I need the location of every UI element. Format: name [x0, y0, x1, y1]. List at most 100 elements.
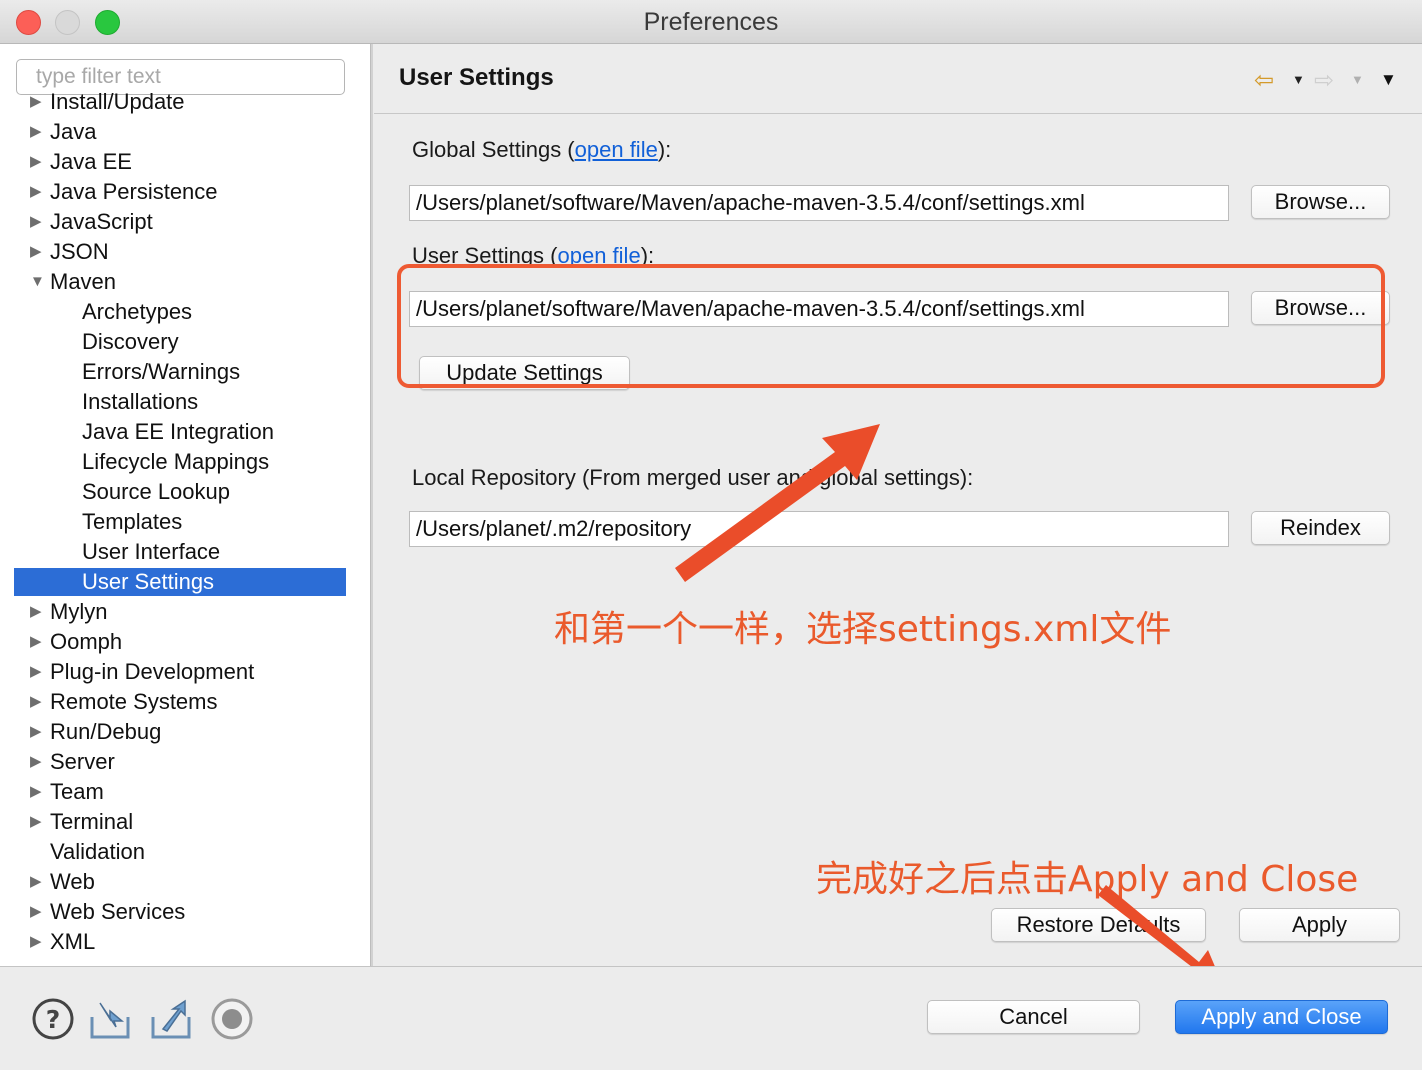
tree-item-label: JavaScript	[50, 209, 153, 234]
back-arrow-icon[interactable]: ⇦	[1254, 66, 1274, 95]
tree-item-label: Errors/Warnings	[82, 359, 241, 384]
global-browse-button[interactable]: Browse...	[1251, 185, 1390, 219]
help-icon[interactable]: ?	[31, 997, 75, 1041]
tree-item-label: Lifecycle Mappings	[82, 449, 270, 474]
tree-item-label: Java EE Integration	[82, 419, 275, 444]
global-settings-label: Global Settings (open file):	[412, 137, 672, 162]
collapsed-arrow-icon[interactable]: ▶	[30, 88, 46, 116]
user-settings-page: Global Settings (open file): /Users/plan…	[374, 115, 1422, 965]
tree-item-errors-warnings[interactable]: Errors/Warnings	[14, 358, 346, 386]
tree-item-server[interactable]: ▶ Server	[14, 748, 346, 776]
tree-item-javascript[interactable]: ▶ JavaScript	[14, 208, 346, 236]
tree-item-label: Java	[50, 119, 97, 144]
tree-item-label: Java Persistence	[50, 179, 218, 204]
apply-and-close-button[interactable]: Apply and Close	[1175, 1000, 1388, 1034]
restore-defaults-button[interactable]: Restore Defaults	[991, 908, 1206, 942]
tree-item-java[interactable]: ▶ Java	[14, 118, 346, 146]
tree-item-label: Source Lookup	[82, 479, 230, 504]
back-history-chevron-icon[interactable]: ▼	[1292, 72, 1305, 87]
tree-item-label: User Interface	[82, 539, 221, 564]
tree-item-validation[interactable]: Validation	[14, 838, 346, 866]
tree-item-templates[interactable]: Templates	[14, 508, 346, 536]
tree-item-label: Oomph	[50, 629, 123, 654]
collapsed-arrow-icon[interactable]: ▶	[30, 598, 46, 626]
record-icon[interactable]	[210, 997, 254, 1041]
tree-item-discovery[interactable]: Discovery	[14, 328, 346, 356]
collapsed-arrow-icon[interactable]: ▶	[30, 718, 46, 746]
tree-item-label: XML	[50, 929, 96, 954]
collapsed-arrow-icon[interactable]: ▶	[30, 238, 46, 266]
tree-item-java-ee-integration[interactable]: Java EE Integration	[14, 418, 346, 446]
tree-item-remote-systems[interactable]: ▶ Remote Systems	[14, 688, 346, 716]
tree-item-label: Team	[50, 779, 104, 804]
collapsed-arrow-icon[interactable]: ▶	[30, 808, 46, 836]
tree-item-run-debug[interactable]: ▶ Run/Debug	[14, 718, 346, 746]
tree-item-install-update[interactable]: ▶ Install/Update	[14, 88, 346, 116]
tree-item-oomph[interactable]: ▶ Oomph	[14, 628, 346, 656]
forward-arrow-icon[interactable]: ⇨	[1314, 66, 1334, 95]
global-open-file-link[interactable]: open file	[575, 137, 658, 162]
tree-item-plug-in-development[interactable]: ▶ Plug-in Development	[14, 658, 346, 686]
tree-item-label: Install/Update	[50, 89, 185, 114]
local-repository-label: Local Repository (From merged user and g…	[412, 465, 974, 490]
tree-item-label: Archetypes	[82, 299, 193, 324]
global-settings-field[interactable]: /Users/planet/software/Maven/apache-mave…	[409, 185, 1229, 221]
tree-item-xml[interactable]: ▶ XML	[14, 928, 346, 956]
collapsed-arrow-icon[interactable]: ▶	[30, 628, 46, 656]
tree-item-user-settings[interactable]: User Settings	[14, 568, 346, 596]
collapsed-arrow-icon[interactable]: ▶	[30, 658, 46, 686]
forward-history-chevron-icon[interactable]: ▼	[1351, 72, 1364, 87]
collapsed-arrow-icon[interactable]: ▶	[30, 688, 46, 716]
collapsed-arrow-icon[interactable]: ▶	[30, 868, 46, 896]
pane-divider[interactable]	[370, 44, 373, 966]
collapsed-arrow-icon[interactable]: ▶	[30, 928, 46, 956]
collapsed-arrow-icon[interactable]: ▶	[30, 178, 46, 206]
tree-item-label: Validation	[50, 839, 145, 864]
tree-item-label: Mylyn	[50, 599, 108, 624]
page-header: User Settings ⇦ ▼ ⇨ ▼ ▼	[374, 44, 1422, 114]
apply-button[interactable]: Apply	[1239, 908, 1400, 942]
collapsed-arrow-icon[interactable]: ▶	[30, 748, 46, 776]
annotation-select-settings: 和第一个一样，选择settings.xml文件	[554, 609, 1172, 650]
collapsed-arrow-icon[interactable]: ▶	[30, 118, 46, 146]
tree-item-maven[interactable]: ▼ Maven	[14, 268, 346, 296]
tree-item-label: Templates	[82, 509, 183, 534]
reindex-button[interactable]: Reindex	[1251, 511, 1390, 545]
expanded-arrow-icon[interactable]: ▼	[30, 268, 46, 296]
tree-item-label: User Settings	[82, 569, 215, 594]
export-icon[interactable]	[149, 997, 193, 1041]
tree-item-terminal[interactable]: ▶ Terminal	[14, 808, 346, 836]
tree-item-label: JSON	[50, 239, 109, 264]
tree-item-mylyn[interactable]: ▶ Mylyn	[14, 598, 346, 626]
local-repository-field: /Users/planet/.m2/repository	[409, 511, 1229, 547]
tree-item-web[interactable]: ▶ Web	[14, 868, 346, 896]
page-title: User Settings	[399, 64, 554, 91]
collapsed-arrow-icon[interactable]: ▶	[30, 898, 46, 926]
tree-item-source-lookup[interactable]: Source Lookup	[14, 478, 346, 506]
import-icon[interactable]	[88, 997, 132, 1041]
collapsed-arrow-icon[interactable]: ▶	[30, 148, 46, 176]
collapsed-arrow-icon[interactable]: ▶	[30, 208, 46, 236]
cancel-button[interactable]: Cancel	[927, 1000, 1140, 1034]
tree-item-java-persistence[interactable]: ▶ Java Persistence	[14, 178, 346, 206]
tree-item-installations[interactable]: Installations	[14, 388, 346, 416]
tree-item-label: Java EE	[50, 149, 132, 174]
tree-item-json[interactable]: ▶ JSON	[14, 238, 346, 266]
tree-item-java-ee[interactable]: ▶ Java EE	[14, 148, 346, 176]
tree-item-lifecycle-mappings[interactable]: Lifecycle Mappings	[14, 448, 346, 476]
tree-item-web-services[interactable]: ▶ Web Services	[14, 898, 346, 926]
tree-item-team[interactable]: ▶ Team	[14, 778, 346, 806]
tree-item-archetypes[interactable]: Archetypes	[14, 298, 346, 326]
tree-item-label: Maven	[50, 269, 117, 294]
tree-item-label: Web	[50, 869, 95, 894]
view-menu-icon[interactable]: ▼	[1380, 70, 1397, 90]
window-title: Preferences	[643, 8, 779, 36]
collapsed-arrow-icon[interactable]: ▶	[30, 778, 46, 806]
tree-item-label: Terminal	[50, 809, 134, 834]
tree-item-label: Discovery	[82, 329, 179, 354]
tree-item-user-interface[interactable]: User Interface	[14, 538, 346, 566]
tree-item-label: Remote Systems	[50, 689, 218, 714]
tree-item-label: Server	[50, 749, 115, 774]
tree-item-label: Run/Debug	[50, 719, 162, 744]
dialog-footer: ? Cancel Apply and Close	[0, 966, 1422, 1070]
